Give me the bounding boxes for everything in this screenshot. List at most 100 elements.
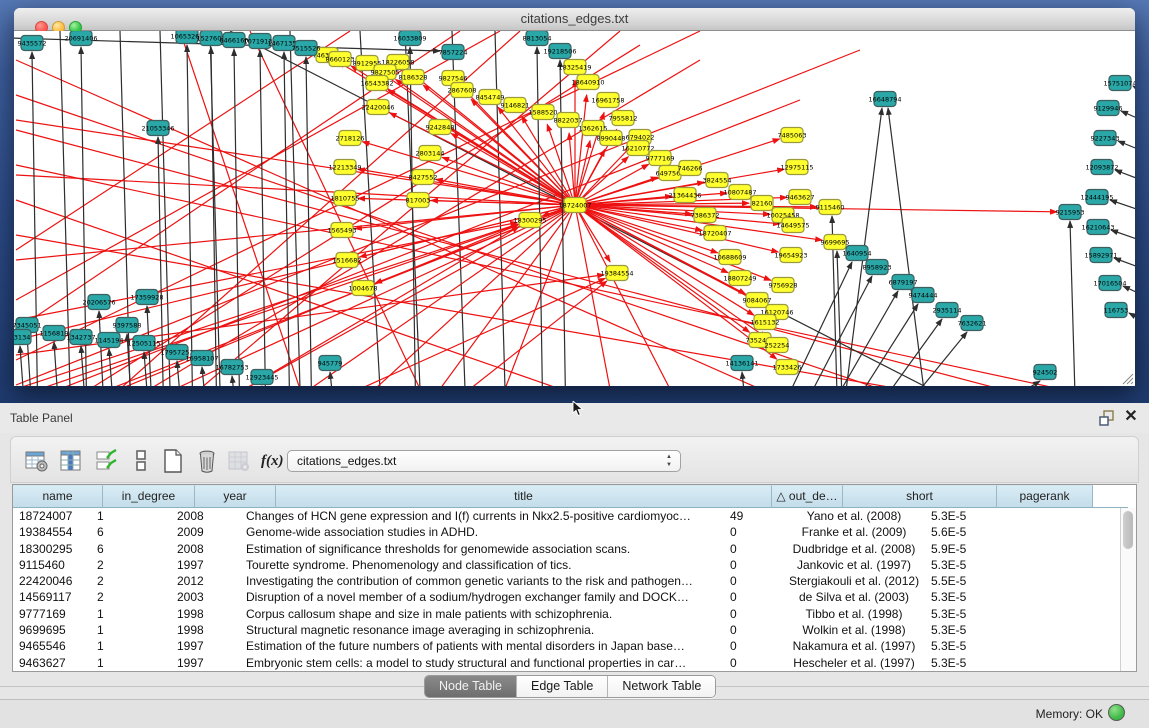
teal-node-1145194[interactable]: 1145194 [95, 333, 124, 348]
yellow-node-9463627[interactable]: 9463627 [786, 190, 815, 205]
teal-node-15892971[interactable]: 15892971 [1084, 248, 1117, 263]
cell-title[interactable]: Investigating the contribution of common… [240, 573, 724, 589]
yellow-node-19654923[interactable]: 19654923 [774, 248, 807, 263]
cell-pagerank[interactable]: 5.3E-5 [925, 655, 1009, 671]
cell-year[interactable]: 2008 [171, 541, 240, 557]
cell-title[interactable]: Changes of HCN gene expression and I(f) … [240, 508, 724, 524]
teal-node-6879197[interactable]: 6879197 [889, 275, 918, 290]
cell-year[interactable]: 2012 [171, 573, 240, 589]
yellow-node-18325419[interactable]: 18325419 [558, 60, 591, 75]
cell-year[interactable]: 1998 [171, 622, 240, 638]
resize-grip-icon[interactable] [1120, 371, 1134, 385]
cell-short[interactable]: Stergiakouli et al. (2012) [783, 573, 925, 589]
yellow-node-12975115[interactable]: 12975115 [780, 160, 813, 175]
cell-short[interactable]: Dudbridge et al. (2008) [783, 541, 925, 557]
cell-pagerank[interactable]: 5.3E-5 [925, 589, 1009, 605]
yellow-node-7955812[interactable]: 7955812 [609, 111, 638, 126]
cell-title[interactable]: Disruption of a novel member of a sodium… [240, 589, 724, 605]
cell-short[interactable]: Yano et al. (2008) [783, 508, 925, 524]
teal-node-945779[interactable]: 945779 [318, 356, 343, 371]
column-header-in_degree[interactable]: in_degree [103, 485, 195, 508]
cell-out_de[interactable]: 0 [724, 655, 783, 671]
cell-pagerank[interactable]: 5.3E-5 [925, 508, 1009, 524]
network-window-titlebar[interactable]: citations_edges.txt [14, 8, 1135, 31]
cell-short[interactable]: Jankovic et al. (1997) [783, 557, 925, 573]
cell-out_de[interactable]: 0 [724, 589, 783, 605]
yellow-node-817003[interactable]: 817003 [406, 193, 431, 208]
teal-node-1640954[interactable]: 1640954 [843, 246, 872, 261]
cell-name[interactable]: 18300295 [13, 541, 91, 557]
column-header-name[interactable]: name [13, 485, 103, 508]
teal-node-9474444[interactable]: 9474444 [909, 288, 938, 303]
table-row[interactable]: 946362711997Embryonic stem cells: a mode… [13, 655, 1009, 671]
yellow-node-1810755[interactable]: 1810755 [331, 191, 360, 206]
cell-year[interactable]: 2008 [171, 508, 240, 524]
teal-node-21053346[interactable]: 21053346 [141, 121, 174, 136]
yellow-node-7485063[interactable]: 7485063 [778, 128, 807, 143]
yellow-node-1733426[interactable]: 1733426 [773, 360, 802, 375]
cell-in_degree[interactable]: 1 [91, 606, 171, 622]
cell-name[interactable]: 9699695 [13, 622, 91, 638]
yellow-node-16961758[interactable]: 16961758 [591, 93, 624, 108]
cell-name[interactable]: 14569117 [13, 589, 91, 605]
yellow-node-252254[interactable]: 252254 [765, 338, 790, 353]
table-row[interactable]: 2242004622012Investigating the contribut… [13, 573, 1009, 589]
table-row[interactable]: 1830029562008Estimation of significance … [13, 541, 1009, 557]
cell-year[interactable]: 1997 [171, 655, 240, 671]
teal-node-9397588[interactable]: 9397588 [113, 318, 142, 333]
yellow-node-9146821[interactable]: 9146821 [501, 98, 530, 113]
yellow-node-18640910[interactable]: 18640910 [571, 75, 604, 90]
select-rows-checks-icon[interactable] [95, 449, 119, 473]
teal-node-1156819[interactable]: 1156819 [40, 326, 69, 341]
cell-in_degree[interactable]: 1 [91, 622, 171, 638]
yellow-node-746266[interactable]: 746266 [678, 161, 703, 176]
column-header-pagerank[interactable]: pagerank [997, 485, 1093, 508]
cell-short[interactable]: Tibbo et al. (1998) [783, 606, 925, 622]
cell-short[interactable]: Franke et al. (2009) [783, 524, 925, 540]
teal-node-93134[interactable]: 93134 [14, 330, 31, 345]
cell-out_de[interactable]: 0 [724, 638, 783, 654]
cell-title[interactable]: Embryonic stem cells: a model to study s… [240, 655, 724, 671]
cell-title[interactable]: Corpus callosum shape and size in male p… [240, 606, 724, 622]
network-canvas[interactable]: 7463822866012389129551822605898275051654… [14, 31, 1135, 386]
teal-node-19218506[interactable]: 19218506 [543, 44, 576, 59]
yellow-node-10688609[interactable]: 10688609 [713, 250, 746, 265]
yellow-node-1516682[interactable]: 1516682 [333, 253, 362, 268]
cell-pagerank[interactable]: 5.3E-5 [925, 638, 1009, 654]
cell-year[interactable]: 1997 [171, 638, 240, 654]
teal-node-2935114[interactable]: 2935114 [933, 303, 962, 318]
cell-name[interactable]: 9777169 [13, 606, 91, 622]
teal-node-9435572[interactable]: 9435572 [18, 36, 47, 51]
teal-node-1342737[interactable]: 1342737 [67, 330, 96, 345]
cell-year[interactable]: 1997 [171, 557, 240, 573]
teal-node-17016504[interactable]: 17016504 [1093, 276, 1126, 291]
table-source-combobox[interactable]: citations_edges.txt ▲▼ [287, 450, 681, 472]
table-row[interactable]: 1872400712008Changes of HCN gene express… [13, 508, 1009, 524]
cell-name[interactable]: 9465546 [13, 638, 91, 654]
cell-name[interactable]: 9463627 [13, 655, 91, 671]
cell-name[interactable]: 22420046 [13, 573, 91, 589]
table-settings-icon[interactable] [25, 449, 49, 473]
column-header-title[interactable]: title [276, 485, 772, 508]
yellow-node-9115460[interactable]: 9115460 [816, 200, 845, 215]
cell-pagerank[interactable]: 5.9E-5 [925, 541, 1009, 557]
cell-in_degree[interactable]: 2 [91, 573, 171, 589]
cell-title[interactable]: Genome-wide association studies in ADHD. [240, 524, 724, 540]
table-row[interactable]: 946554611997Estimation of the future num… [13, 638, 1009, 654]
new-table-icon[interactable] [161, 449, 185, 473]
teal-node-9215953[interactable]: 9215953 [1056, 205, 1085, 220]
cell-in_degree[interactable]: 1 [91, 655, 171, 671]
cell-out_de[interactable]: 49 [724, 508, 783, 524]
yellow-node-8660123[interactable]: 8660123 [326, 52, 355, 67]
float-window-icon[interactable] [1098, 409, 1116, 427]
cell-name[interactable]: 18724007 [13, 508, 91, 524]
teal-node-16648794[interactable]: 16648794 [868, 92, 901, 107]
cell-out_de[interactable]: 0 [724, 524, 783, 540]
select-columns-icon[interactable] [59, 449, 83, 473]
cell-in_degree[interactable]: 2 [91, 557, 171, 573]
table-vertical-scrollbar[interactable] [1120, 508, 1136, 672]
yellow-node-1004678[interactable]: 1004678 [349, 281, 378, 296]
teal-node-16033809[interactable]: 16033809 [393, 31, 426, 46]
tab-network-table[interactable]: Network Table [608, 676, 715, 697]
yellow-node-1615132[interactable]: 1615132 [751, 315, 780, 330]
